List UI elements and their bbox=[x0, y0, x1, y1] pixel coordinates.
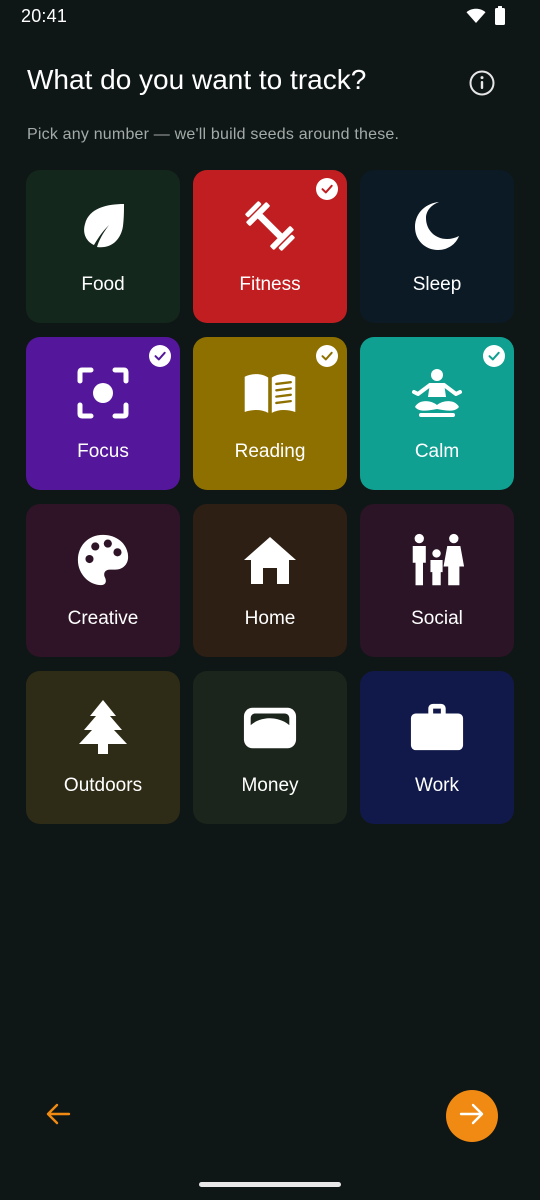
check-icon bbox=[316, 178, 338, 200]
category-grid: Food Fitness Sleep Focus Reading Calm Cr… bbox=[26, 170, 514, 824]
leaf-icon bbox=[75, 198, 131, 254]
page-title: What do you want to track? bbox=[27, 64, 367, 95]
wifi-icon bbox=[466, 8, 486, 29]
check-icon bbox=[149, 345, 171, 367]
category-label: Outdoors bbox=[63, 775, 143, 796]
page-subtitle: Pick any number — we'll build seeds arou… bbox=[27, 126, 400, 143]
category-tile-reading[interactable]: Reading bbox=[193, 337, 347, 490]
category-label: Focus bbox=[77, 441, 129, 462]
tree-icon bbox=[75, 699, 131, 755]
arrow-left-icon bbox=[45, 1103, 71, 1130]
category-tile-outdoors[interactable]: Outdoors bbox=[26, 671, 180, 824]
category-tile-sleep[interactable]: Sleep bbox=[360, 170, 514, 323]
category-tile-focus[interactable]: Focus bbox=[26, 337, 180, 490]
category-tile-creative[interactable]: Creative bbox=[26, 504, 180, 657]
category-tile-money[interactable]: Money bbox=[193, 671, 347, 824]
info-button[interactable] bbox=[466, 69, 498, 101]
category-label: Fitness bbox=[239, 274, 301, 295]
category-label: Home bbox=[244, 608, 296, 629]
category-label: Food bbox=[81, 274, 125, 295]
category-tile-social[interactable]: Social bbox=[360, 504, 514, 657]
status-time: 20:41 bbox=[21, 6, 68, 26]
category-label: Work bbox=[415, 775, 459, 796]
status-icons bbox=[466, 6, 506, 31]
back-button[interactable] bbox=[40, 1098, 76, 1134]
wallet-icon bbox=[242, 699, 298, 755]
check-icon bbox=[483, 345, 505, 367]
info-icon bbox=[468, 69, 496, 102]
arrow-right-icon bbox=[459, 1103, 485, 1130]
category-tile-food[interactable]: Food bbox=[26, 170, 180, 323]
category-label: Creative bbox=[67, 608, 139, 629]
check-icon bbox=[316, 345, 338, 367]
book-icon bbox=[242, 365, 298, 421]
palette-icon bbox=[75, 532, 131, 588]
home-indicator[interactable] bbox=[199, 1182, 341, 1187]
family-icon bbox=[409, 532, 465, 588]
category-label: Sleep bbox=[412, 274, 462, 295]
category-label: Social bbox=[411, 608, 463, 629]
category-tile-fitness[interactable]: Fitness bbox=[193, 170, 347, 323]
moon-icon bbox=[409, 198, 465, 254]
status-bar: 20:41 bbox=[0, 0, 540, 34]
category-tile-home[interactable]: Home bbox=[193, 504, 347, 657]
category-tile-calm[interactable]: Calm bbox=[360, 337, 514, 490]
focus-icon bbox=[75, 365, 131, 421]
category-tile-work[interactable]: Work bbox=[360, 671, 514, 824]
meditation-icon bbox=[409, 365, 465, 421]
briefcase-icon bbox=[409, 699, 465, 755]
category-label: Calm bbox=[414, 441, 460, 462]
home-icon bbox=[242, 532, 298, 588]
category-label: Reading bbox=[234, 441, 306, 462]
next-button[interactable] bbox=[446, 1090, 498, 1142]
category-label: Money bbox=[241, 775, 299, 796]
battery-icon bbox=[494, 6, 506, 31]
dumbbell-icon bbox=[242, 198, 298, 254]
